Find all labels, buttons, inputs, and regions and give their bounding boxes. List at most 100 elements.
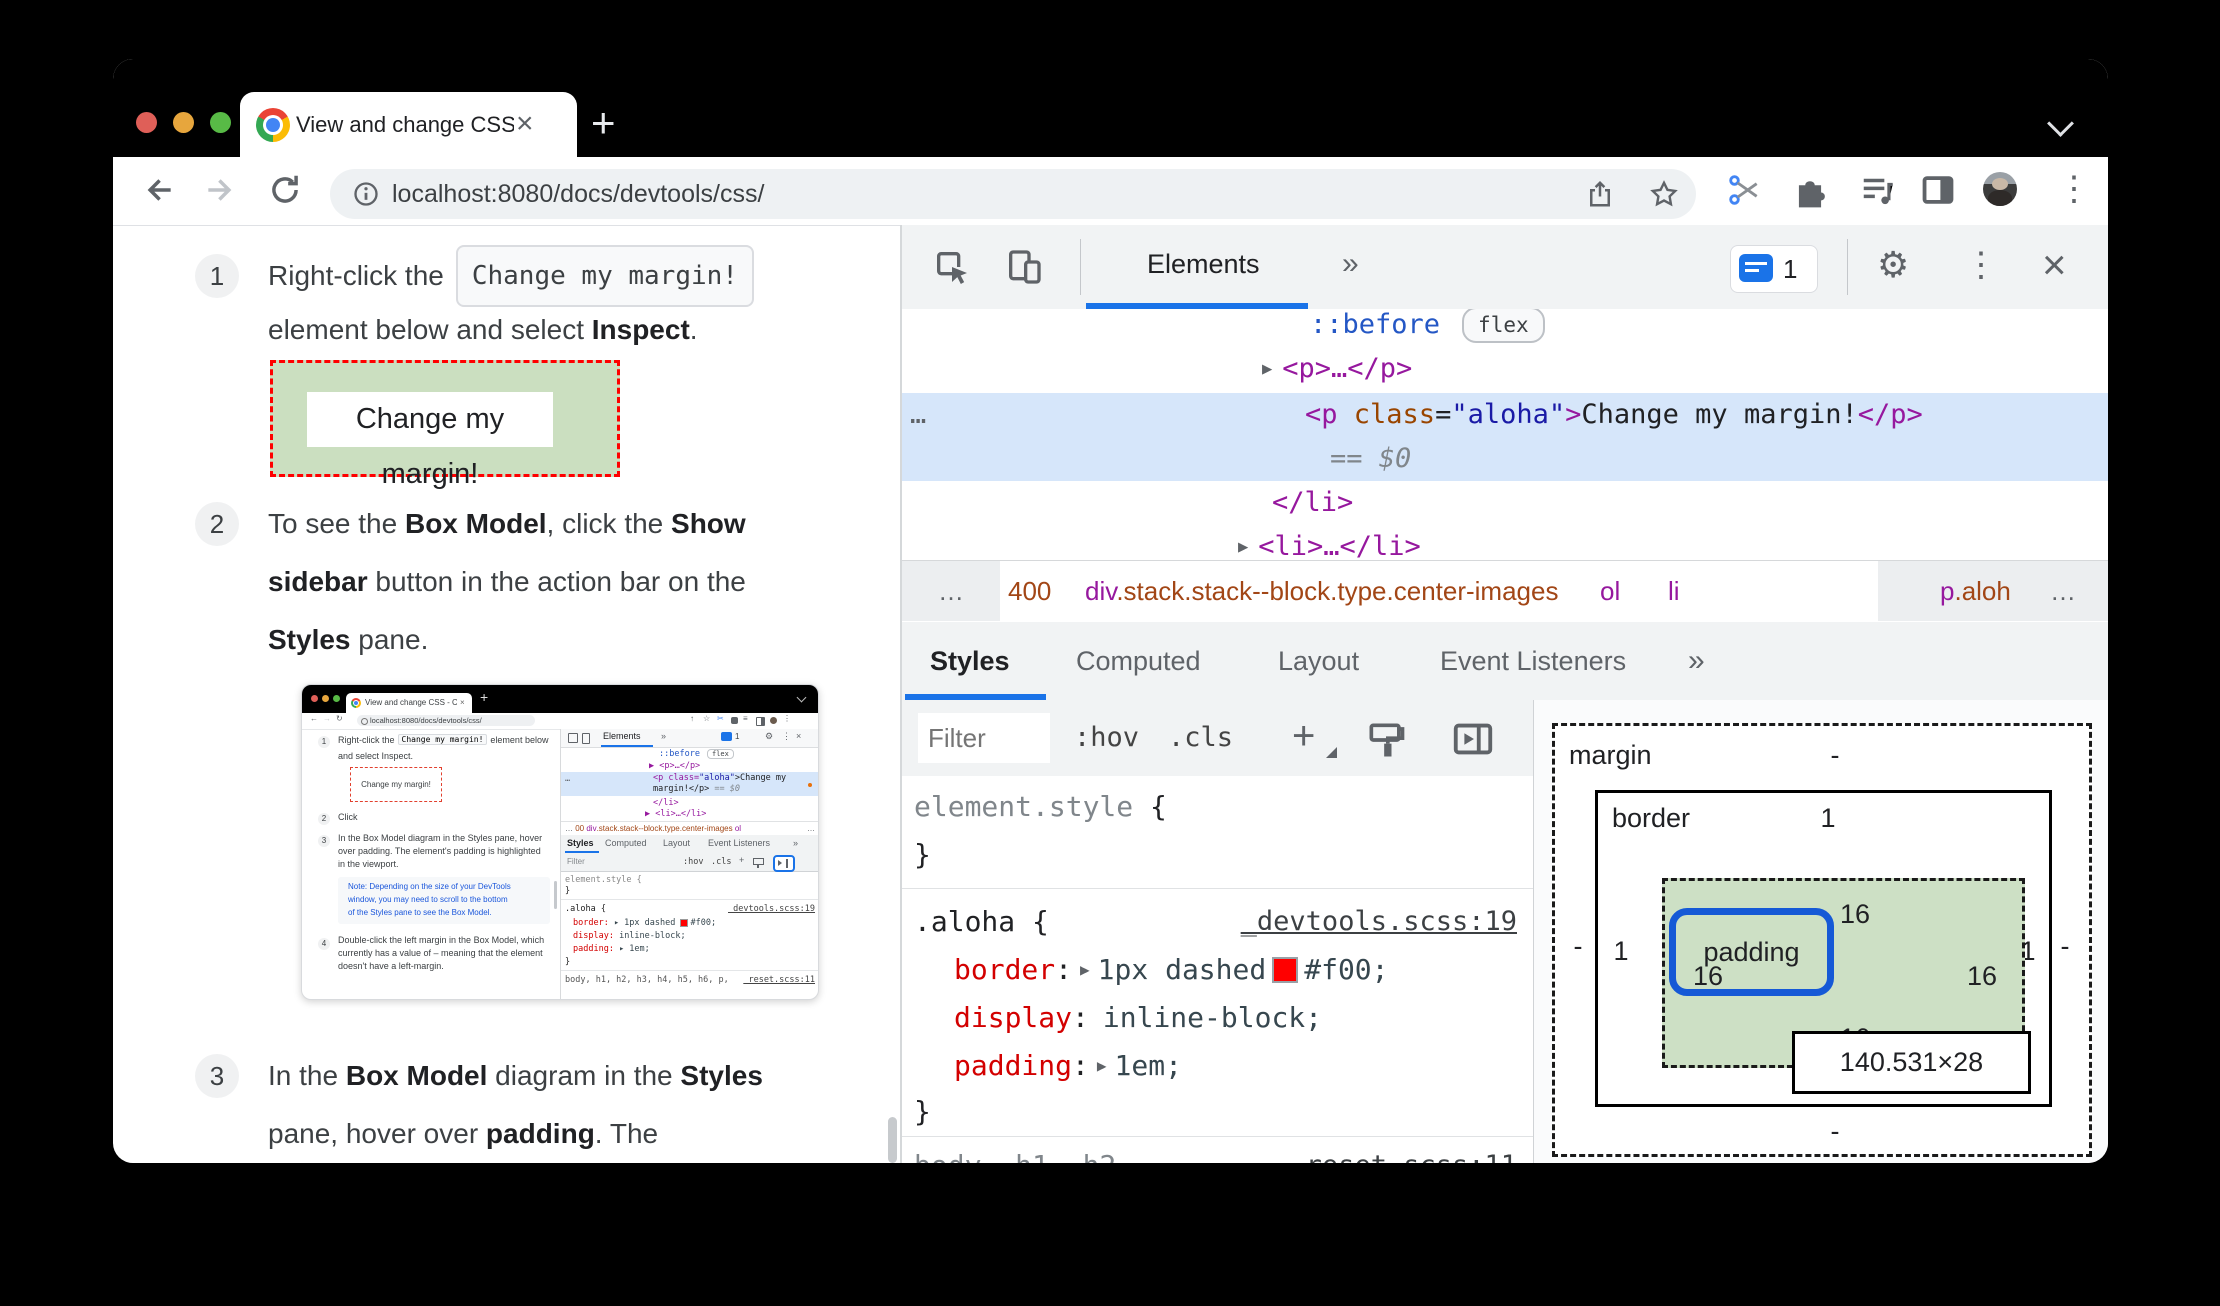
- new-rule-dropdown-icon[interactable]: [1326, 747, 1337, 758]
- close-window-button[interactable]: [136, 112, 157, 133]
- breadcrumb-overflow-right[interactable]: …: [2050, 561, 2076, 621]
- breadcrumb-item-div[interactable]: div.stack.stack--block.type.center-image…: [1085, 561, 1558, 621]
- source-link-reset-scss[interactable]: _reset.scss:11: [1289, 1144, 1517, 1163]
- show-sidebar-icon[interactable]: [1450, 716, 1496, 762]
- source-link-devtools-scss[interactable]: _devtools.scss:19: [1241, 900, 1517, 944]
- styles-filter-bar: :hov .cls +: [902, 700, 1533, 777]
- address-bar[interactable]: localhost:8080/docs/devtools/css/: [330, 169, 1696, 219]
- rendering-emulation-icon[interactable]: [1364, 718, 1408, 762]
- css-property-display[interactable]: display: inline-block;: [954, 996, 1322, 1040]
- playlist-extension-icon[interactable]: [1859, 171, 1897, 209]
- devtools-menu-icon[interactable]: ⋮: [1964, 243, 1998, 287]
- inspect-element-icon[interactable]: [932, 247, 972, 287]
- mini-tab-strip: View and change CSS - Chrom × +: [302, 685, 818, 713]
- inline-code-chip: Change my margin!: [455, 245, 754, 307]
- share-icon[interactable]: [1585, 179, 1615, 209]
- border-top-value[interactable]: 1: [1798, 803, 1858, 834]
- element-style-rule[interactable]: element.style {: [914, 785, 1167, 829]
- breadcrumb-item-p-aloha[interactable]: p.aloh: [1940, 561, 2011, 621]
- minimize-window-button[interactable]: [173, 112, 194, 133]
- chrome-favicon: [256, 108, 290, 142]
- tab-elements[interactable]: Elements: [1147, 225, 1260, 303]
- browser-toolbar: localhost:8080/docs/devtools/css/ ⋮: [113, 157, 2108, 226]
- color-swatch[interactable]: [1272, 957, 1299, 983]
- aloha-rule-selector[interactable]: .aloha {: [914, 900, 1049, 944]
- tab-strip: View and change CSS - Chrom × +: [113, 59, 2108, 157]
- divider: [1847, 239, 1848, 295]
- side-panel-icon[interactable]: [1919, 171, 1957, 209]
- breadcrumb-item[interactable]: 400: [1008, 561, 1051, 621]
- new-style-rule-button[interactable]: +: [1292, 700, 1315, 776]
- more-panes-icon[interactable]: »: [1688, 622, 1705, 700]
- step3-line1: In the Box Model diagram in the Styles: [268, 1060, 763, 1091]
- tab-layout[interactable]: Layout: [1278, 622, 1359, 700]
- body-rule-selector[interactable]: body, h1, h2: [914, 1144, 1116, 1163]
- tab-computed[interactable]: Computed: [1076, 622, 1201, 700]
- browser-menu-icon[interactable]: ⋮: [2057, 167, 2091, 211]
- reload-button[interactable]: [266, 171, 304, 209]
- margin-left-value[interactable]: -: [1563, 931, 1593, 962]
- selected-dom-row[interactable]: … <p class = "aloha" > Change my margin! </p>…: [902, 393, 2108, 481]
- url-text: localhost:8080/docs/devtools/css/: [392, 180, 765, 208]
- step-number: 1: [195, 254, 239, 298]
- cls-toggle[interactable]: .cls: [1168, 700, 1233, 776]
- dom-node-li-close[interactable]: </li>: [1272, 481, 1353, 525]
- box-model-margin[interactable]: margin - - - - border 1 1 1 1 16 16 16 1…: [1552, 723, 2092, 1157]
- dom-node-li-collapsed[interactable]: ▶ <li>…</li>: [1238, 525, 1421, 560]
- scissors-extension-icon[interactable]: [1725, 171, 1763, 209]
- border-left-value[interactable]: 1: [1606, 936, 1636, 967]
- css-property-border[interactable]: border: ▶ 1px dashed #f00;: [954, 948, 1389, 992]
- margin-right-value[interactable]: -: [2050, 931, 2080, 962]
- tab-close-icon[interactable]: ×: [516, 106, 534, 142]
- dollar-zero-hint: == $0: [1330, 443, 1412, 474]
- step1-line2: element below and select Inspect.: [268, 314, 698, 345]
- padding-top-value[interactable]: 16: [1830, 899, 1880, 930]
- divider: [1080, 239, 1081, 295]
- demo-element[interactable]: Change my margin!: [270, 360, 620, 490]
- issues-badge[interactable]: 1: [1730, 245, 1818, 293]
- more-tabs-icon[interactable]: »: [1342, 225, 1359, 303]
- step-number: 3: [195, 1054, 239, 1098]
- dom-node-before[interactable]: ::before flex: [1310, 309, 1545, 347]
- step2-line3: Styles pane.: [268, 624, 429, 655]
- chevron-down-icon[interactable]: [2047, 110, 2074, 137]
- css-property-padding[interactable]: padding: ▶ 1em;: [954, 1044, 1182, 1088]
- flex-badge[interactable]: flex: [1462, 309, 1545, 343]
- avatar[interactable]: [1983, 172, 2017, 206]
- doc-scrollbar[interactable]: [888, 1117, 897, 1163]
- tab-event-listeners[interactable]: Event Listeners: [1440, 622, 1626, 700]
- step2-line2: sidebar button in the action bar on the: [268, 566, 746, 597]
- box-model-content[interactable]: 140.531×28: [1792, 1031, 2031, 1094]
- back-button[interactable]: [139, 171, 177, 209]
- bookmark-star-icon[interactable]: [1648, 178, 1680, 210]
- padding-hover-highlight: padding: [1669, 908, 1834, 996]
- margin-bottom-value[interactable]: -: [1805, 1116, 1865, 1147]
- dom-node-p-collapsed[interactable]: ▶ <p>…</p>: [1262, 347, 1412, 391]
- margin-top-value[interactable]: -: [1805, 740, 1865, 771]
- zoom-window-button[interactable]: [210, 112, 231, 133]
- step2-line1: To see the Box Model, click the Show: [268, 508, 746, 539]
- padding-right-value[interactable]: 16: [1957, 961, 2007, 992]
- devtools-toolbar: Elements » 1 ⚙ ⋮ ×: [902, 225, 2108, 310]
- forward-button[interactable]: [202, 171, 240, 209]
- tab-styles[interactable]: Styles: [930, 622, 1010, 700]
- breadcrumb-selected-region[interactable]: p.aloh …: [1878, 561, 2108, 621]
- extensions-puzzle-icon[interactable]: [1791, 171, 1829, 209]
- breadcrumb-overflow-left[interactable]: …: [902, 561, 1000, 621]
- step1-line1: Right-click the Change my margin!: [268, 245, 754, 307]
- info-icon[interactable]: [352, 180, 380, 208]
- settings-gear-icon[interactable]: ⚙: [1877, 243, 1909, 287]
- hov-toggle[interactable]: :hov: [1074, 700, 1139, 776]
- browser-tab[interactable]: View and change CSS - Chrom ×: [240, 92, 577, 157]
- box-model-border[interactable]: border 1 1 1 1 16 16 16 16 140.531×28: [1595, 790, 2052, 1107]
- breadcrumb-item-li[interactable]: li: [1668, 561, 1680, 621]
- filter-input[interactable]: [918, 713, 1050, 763]
- overflow-dots[interactable]: …: [910, 393, 926, 437]
- new-tab-button[interactable]: +: [591, 91, 616, 155]
- device-toolbar-icon[interactable]: [1004, 247, 1044, 287]
- devtools-close-icon[interactable]: ×: [2042, 243, 2067, 287]
- demo-element-text: Change my margin!: [307, 392, 553, 490]
- mini-toolbar: ← → ↻ localhost:8080/docs/devtools/css/ …: [302, 713, 818, 730]
- selected-node-markup[interactable]: <p class = "aloha" > Change my margin! </p>: [1305, 393, 1923, 437]
- breadcrumb-item-ol[interactable]: ol: [1600, 561, 1620, 621]
